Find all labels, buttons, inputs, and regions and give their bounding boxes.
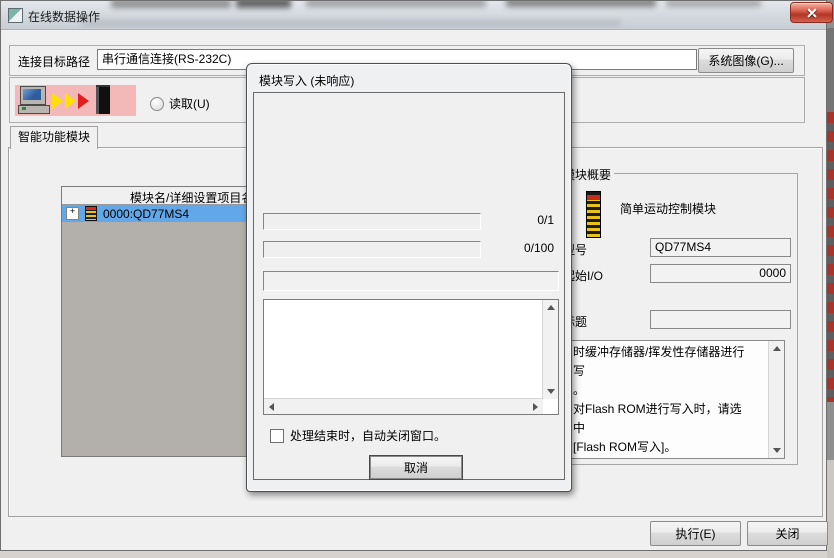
transfer-direction-graphic (15, 85, 136, 116)
horizontal-scrollbar[interactable] (264, 398, 543, 414)
module-row-label: 0000:QD77MS4 (103, 207, 189, 221)
title-field (650, 310, 791, 329)
glass-blur-artifact (236, 1, 291, 8)
scroll-down-icon[interactable] (773, 448, 781, 453)
scroll-right-icon[interactable] (533, 403, 538, 411)
description-line: 时缓冲存储器/挥发性存储器进行写 (573, 343, 753, 381)
description-box: 时缓冲存储器/挥发性存储器进行写 。 对Flash ROM进行写入时，请选中 [… (568, 340, 785, 459)
arrow-right-icon (78, 93, 89, 109)
description-line: 对Flash ROM进行写入时，请选中 (573, 400, 753, 438)
scroll-down-icon[interactable] (547, 389, 555, 394)
tab-intelligent-function-module[interactable]: 智能功能模块 (10, 126, 98, 149)
read-radio[interactable] (150, 97, 164, 111)
computer-icon (18, 86, 50, 115)
scroll-up-icon[interactable] (773, 346, 781, 351)
module-icon (586, 191, 601, 238)
module-write-panel: 0/1 0/100 处理结束时，自动关闭窗口。 取消 (253, 92, 565, 480)
window-title: 在线数据操作 (28, 8, 100, 25)
screen: 在线数据操作 连接目标路径 串行通信连接(RS-232C) 系统图像(G)... (0, 0, 834, 558)
start-io-field: 0000 (650, 264, 791, 283)
arrow-right-icon (65, 93, 76, 109)
log-listbox[interactable] (263, 299, 559, 415)
background-shade (827, 28, 834, 112)
module-progress-bar (263, 213, 481, 230)
window-icon (8, 8, 23, 23)
module-type-text: 简单运动控制模块 (620, 200, 716, 217)
background-light-shade (827, 460, 834, 558)
module-icon (85, 206, 97, 221)
step-progress-bar (263, 241, 481, 258)
auto-close-label: 处理结束时，自动关闭窗口。 (290, 427, 446, 444)
monitor-screen (23, 89, 41, 100)
close-dialog-button[interactable]: 关闭 (747, 521, 828, 546)
description-line: [Flash ROM写入]。 (573, 438, 753, 457)
plc-module-icon (96, 87, 110, 114)
connection-path-label: 连接目标路径 (18, 53, 90, 70)
title-bar: 在线数据操作 (1, 1, 826, 30)
execute-button[interactable]: 执行(E) (650, 521, 741, 546)
module-write-dialog: 模块写入 (未响应) 0/1 0/100 处理结束时，自动关闭窗口。 (246, 63, 572, 492)
glass-blur-artifact (111, 1, 231, 8)
scroll-up-icon[interactable] (547, 305, 555, 310)
glass-blur-artifact (506, 1, 656, 7)
background-red-stripes (827, 112, 834, 402)
vertical-scrollbar[interactable] (542, 300, 558, 399)
module-progress-count: 0/1 (537, 213, 554, 227)
read-radio-row: 读取(U) (150, 95, 210, 112)
close-icon[interactable] (790, 2, 833, 23)
glass-blur-artifact (306, 1, 486, 7)
computer-led (22, 107, 26, 110)
module-list-header-label: 模块名/详细设置项目名 (130, 189, 253, 206)
cancel-button[interactable]: 取消 (370, 456, 462, 479)
status-field (263, 271, 559, 291)
scroll-left-icon[interactable] (269, 403, 274, 411)
glass-blur-artifact (666, 1, 761, 7)
read-radio-label: 读取(U) (169, 95, 210, 112)
system-image-button[interactable]: 系统图像(G)... (698, 48, 794, 73)
auto-close-checkbox[interactable] (270, 429, 284, 443)
glass-blur-artifact (81, 20, 621, 26)
description-line: 。 (573, 381, 753, 400)
module-overview-group: 模块概要 简单运动控制模块 型号 QD77MS4 起始I/O 0000 标题 时… (555, 173, 798, 465)
module-write-title: 模块写入 (未响应) (259, 72, 354, 89)
background-window-sliver (827, 0, 834, 558)
step-progress-count: 0/100 (524, 241, 554, 255)
vertical-scrollbar[interactable] (768, 341, 784, 458)
arrow-right-icon (52, 93, 63, 109)
description-text: 时缓冲存储器/挥发性存储器进行写 。 对Flash ROM进行写入时，请选中 [… (573, 343, 753, 457)
auto-close-row: 处理结束时，自动关闭窗口。 (270, 427, 446, 444)
model-field: QD77MS4 (650, 238, 791, 257)
expand-plus-icon[interactable]: + (66, 207, 79, 220)
